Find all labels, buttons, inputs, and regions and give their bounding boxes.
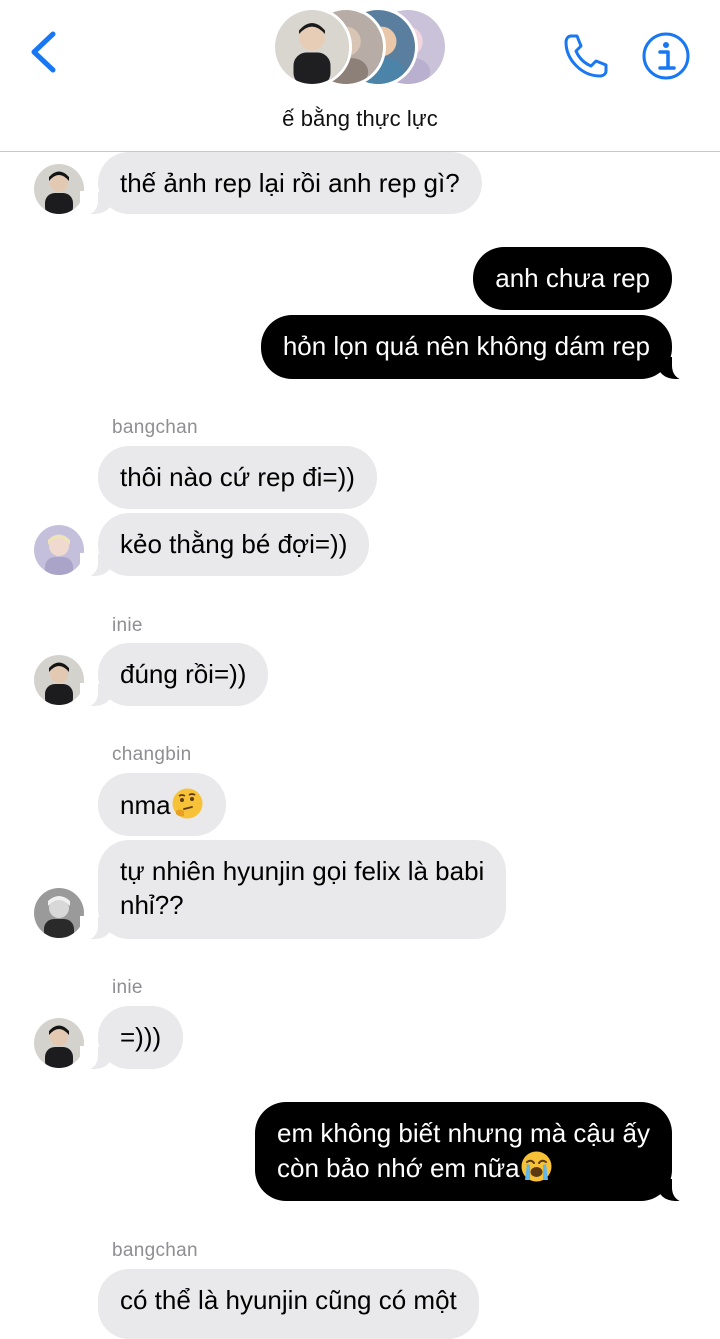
message-bubble[interactable]: =))): [79, 1006, 184, 1070]
sender-avatar[interactable]: [34, 888, 84, 938]
message-text: hỏn lọn quá nên không dám rep: [282, 331, 650, 361]
sender-name: bangchan: [112, 417, 198, 438]
sender-avatar[interactable]: [34, 655, 84, 705]
message-bubble[interactable]: thôi nào cứ rep đi=)): [98, 446, 377, 509]
message-text: có thể là hyunjin cũng có một: [120, 1285, 457, 1315]
phone-icon: [564, 34, 608, 78]
member-avatar-1: [272, 7, 352, 87]
message-bubble[interactable]: anh chưa rep: [473, 247, 672, 310]
message-text: đúng rồi=)): [120, 659, 247, 689]
message-text-line-1: tự nhiên hyunjin gọi felix là babi: [120, 856, 485, 886]
info-icon: [642, 32, 690, 80]
sender-name: inie: [112, 615, 143, 636]
group-avatar-stack[interactable]: [272, 7, 452, 93]
chevron-left-icon: [31, 31, 56, 73]
call-button[interactable]: [560, 30, 612, 82]
message-bubble[interactable]: nma: [98, 773, 226, 836]
message-list[interactable]: thế ảnh rep lại rồi anh rep gì? anh chưa…: [0, 152, 720, 1339]
message-text: thôi nào cứ rep đi=)): [120, 462, 355, 492]
sender-name: bangchan: [112, 1240, 198, 1261]
message-text: =))): [120, 1022, 162, 1052]
sender-avatar[interactable]: [34, 525, 84, 575]
sender-name: inie: [112, 977, 143, 998]
message-text: anh chưa rep: [495, 263, 650, 293]
message-bubble[interactable]: đúng rồi=)): [79, 643, 269, 707]
message-text: kẻo thằng bé đợi=)): [120, 529, 348, 559]
message-bubble[interactable]: kẻo thằng bé đợi=)): [79, 513, 370, 577]
loudly-crying-face-emoji: [520, 1150, 553, 1183]
message-bubble[interactable]: em không biết nhưng mà cậu ấy còn bảo nh…: [255, 1102, 690, 1202]
info-button[interactable]: [640, 30, 692, 82]
back-button[interactable]: [26, 28, 62, 76]
message-text-line-1: em không biết nhưng mà cậu ấy: [277, 1118, 650, 1148]
sender-avatar[interactable]: [34, 164, 84, 214]
group-name[interactable]: ế bằng thực lực: [0, 106, 720, 132]
message-bubble[interactable]: hỏn lọn quá nên không dám rep: [260, 315, 691, 380]
message-text: thế ảnh rep lại rồi anh rep gì?: [120, 168, 460, 198]
message-bubble[interactable]: thế ảnh rep lại rồi anh rep gì?: [80, 152, 482, 215]
thinking-face-emoji: [171, 787, 204, 820]
message-text: nma: [120, 790, 171, 820]
sender-name: changbin: [112, 744, 192, 765]
message-bubble[interactable]: có thể là hyunjin cũng có một: [98, 1269, 479, 1339]
sender-avatar[interactable]: [34, 1018, 84, 1068]
message-bubble[interactable]: tự nhiên hyunjin gọi felix là babi nhỉ??: [79, 840, 507, 940]
chat-header: ế bằng thực lực: [0, 0, 720, 152]
message-text-line-2: còn bảo nhớ em nữa: [277, 1153, 520, 1183]
message-text-line-2: nhỉ??: [120, 890, 184, 920]
